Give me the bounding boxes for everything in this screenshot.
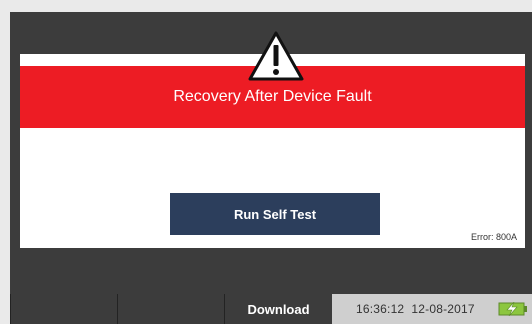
taskbar-button-2[interactable] <box>117 294 224 324</box>
date-display: 12-08-2017 <box>411 302 475 316</box>
battery-charging-icon <box>498 302 527 316</box>
status-area: 16:36:12 12-08-2017 <box>332 294 532 324</box>
taskbar-button-1[interactable] <box>10 294 117 324</box>
taskbar: Download 16:36:12 12-08-2017 <box>10 294 532 324</box>
warning-triangle-icon <box>248 31 304 81</box>
dialog-title: Recovery After Device Fault <box>173 88 372 105</box>
run-self-test-button[interactable]: Run Self Test <box>170 193 380 235</box>
device-bezel-left <box>0 0 10 324</box>
clock: 16:36:12 12-08-2017 <box>356 302 475 316</box>
error-code: Error: 800A <box>470 232 517 242</box>
device-bezel-top <box>0 0 532 12</box>
time-display: 16:36:12 <box>356 302 405 316</box>
download-button[interactable]: Download <box>224 294 332 324</box>
